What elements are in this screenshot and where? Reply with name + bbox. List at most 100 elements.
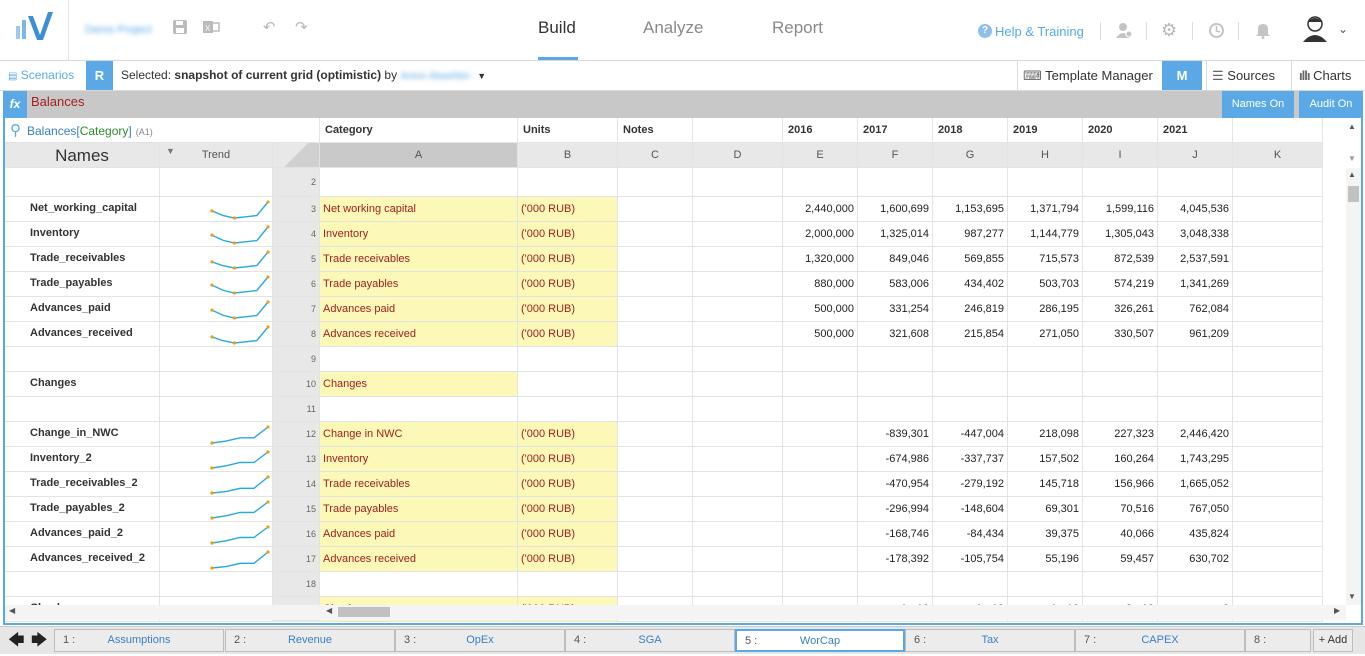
scroll-up-icon[interactable]: ▲	[1348, 170, 1356, 179]
empty-cell[interactable]	[693, 372, 783, 397]
value-cell[interactable]	[1008, 347, 1083, 372]
value-cell[interactable]	[1083, 347, 1158, 372]
grid-search-box[interactable]: ⚲ Balances[Category] (A1)	[5, 118, 320, 143]
vertical-scrollbar[interactable]	[1346, 168, 1361, 605]
value-cell[interactable]: 2,000,000	[783, 222, 858, 247]
empty-cell[interactable]	[693, 422, 783, 447]
empty-cell[interactable]	[1233, 197, 1323, 222]
notes-cell[interactable]	[618, 572, 693, 597]
value-cell[interactable]: 574,219	[1083, 272, 1158, 297]
value-cell[interactable]: 326,261	[1083, 297, 1158, 322]
column-letter[interactable]: A	[320, 143, 518, 168]
horizontal-scroll-thumb[interactable]	[338, 607, 390, 617]
category-cell[interactable]: Trade payables	[320, 497, 518, 522]
empty-cell[interactable]	[1233, 397, 1323, 422]
value-cell[interactable]	[783, 472, 858, 497]
category-cell[interactable]: Changes	[320, 372, 518, 397]
empty-cell[interactable]	[1233, 322, 1323, 347]
value-cell[interactable]: 500,000	[783, 297, 858, 322]
empty-cell[interactable]	[1233, 347, 1323, 372]
formula-input[interactable]: Balances	[31, 94, 84, 109]
export-icon[interactable]: X	[202, 19, 220, 40]
column-letter[interactable]: C	[618, 143, 693, 168]
sheet-tab[interactable]: 5 : WorCap	[735, 629, 905, 652]
value-cell[interactable]: 1,371,794	[1008, 197, 1083, 222]
help-icon[interactable]: ?	[978, 24, 992, 38]
arrow-left-icon[interactable]: 🡄	[8, 629, 25, 656]
empty-cell[interactable]	[693, 322, 783, 347]
row-name[interactable]: Changes	[5, 372, 160, 397]
value-cell[interactable]	[783, 522, 858, 547]
units-cell[interactable]: ('000 RUB)	[518, 422, 618, 447]
value-cell[interactable]	[1158, 168, 1233, 197]
value-cell[interactable]	[1083, 572, 1158, 597]
value-cell[interactable]: 583,006	[858, 272, 933, 297]
redo-icon[interactable]: ↷	[295, 18, 308, 36]
notes-cell[interactable]	[618, 522, 693, 547]
tab-report[interactable]: Report	[772, 18, 823, 38]
row-number[interactable]: 13	[273, 447, 320, 472]
value-cell[interactable]	[1083, 168, 1158, 197]
value-cell[interactable]: 1,320,000	[783, 247, 858, 272]
units-cell[interactable]: ('000 RUB)	[518, 197, 618, 222]
value-cell[interactable]	[1158, 572, 1233, 597]
value-cell[interactable]: 569,855	[933, 247, 1008, 272]
charts-button[interactable]: ıllı Charts	[1299, 61, 1351, 90]
value-cell[interactable]	[1008, 397, 1083, 422]
value-cell[interactable]: 872,539	[1083, 247, 1158, 272]
empty-cell[interactable]	[693, 397, 783, 422]
row-name[interactable]	[5, 572, 160, 597]
category-cell[interactable]: Trade payables	[320, 272, 518, 297]
sheet-tab[interactable]: 3 : OpEx	[395, 629, 565, 652]
row-number[interactable]: 4	[273, 222, 320, 247]
category-cell[interactable]: Advances received	[320, 322, 518, 347]
row-number[interactable]: 3	[273, 197, 320, 222]
value-cell[interactable]	[933, 397, 1008, 422]
app-logo[interactable]	[0, 0, 69, 60]
value-cell[interactable]: 715,573	[1008, 247, 1083, 272]
row-name[interactable]: Advances_paid	[5, 297, 160, 322]
avatar[interactable]	[1302, 14, 1328, 45]
value-cell[interactable]: 59,457	[1083, 547, 1158, 572]
notes-cell[interactable]	[618, 222, 693, 247]
row-number[interactable]: 15	[273, 497, 320, 522]
scroll-right-icon[interactable]: ▶	[1334, 606, 1340, 615]
value-cell[interactable]: 145,718	[1008, 472, 1083, 497]
value-cell[interactable]: 331,254	[858, 297, 933, 322]
notes-cell[interactable]	[618, 397, 693, 422]
arrow-right-icon[interactable]: 🡆	[31, 629, 48, 656]
empty-cell[interactable]	[1233, 472, 1323, 497]
value-cell[interactable]	[783, 372, 858, 397]
row-number[interactable]: 11	[273, 397, 320, 422]
units-cell[interactable]: ('000 RUB)	[518, 222, 618, 247]
row-number[interactable]: 6	[273, 272, 320, 297]
units-cell[interactable]: ('000 RUB)	[518, 272, 618, 297]
value-cell[interactable]: 1,665,052	[1158, 472, 1233, 497]
empty-cell[interactable]	[693, 297, 783, 322]
row-name[interactable]: Net_working_capital	[5, 197, 160, 222]
value-cell[interactable]	[1158, 397, 1233, 422]
value-cell[interactable]: 227,323	[1083, 422, 1158, 447]
units-cell[interactable]	[518, 372, 618, 397]
row-name[interactable]: Trade_payables	[5, 272, 160, 297]
category-cell[interactable]: Trade receivables	[320, 247, 518, 272]
value-cell[interactable]: 880,000	[783, 272, 858, 297]
horizontal-scrollbar[interactable]	[5, 605, 1346, 620]
row-number[interactable]: 17	[273, 547, 320, 572]
value-cell[interactable]: 70,516	[1083, 497, 1158, 522]
value-cell[interactable]: 330,507	[1083, 322, 1158, 347]
value-cell[interactable]: 286,195	[1008, 297, 1083, 322]
value-cell[interactable]: 1,305,043	[1083, 222, 1158, 247]
notes-cell[interactable]	[618, 197, 693, 222]
row-name[interactable]	[5, 397, 160, 422]
value-cell[interactable]: 630,702	[1158, 547, 1233, 572]
value-cell[interactable]: 961,209	[1158, 322, 1233, 347]
empty-cell[interactable]	[693, 197, 783, 222]
category-cell[interactable]: Net working capital	[320, 197, 518, 222]
scroll-down-icon[interactable]: ▼	[1348, 154, 1356, 163]
value-cell[interactable]: 434,402	[933, 272, 1008, 297]
value-cell[interactable]	[783, 422, 858, 447]
tab-build[interactable]: Build	[538, 18, 576, 38]
column-letter[interactable]: F	[858, 143, 933, 168]
r-button[interactable]: R	[86, 61, 113, 90]
